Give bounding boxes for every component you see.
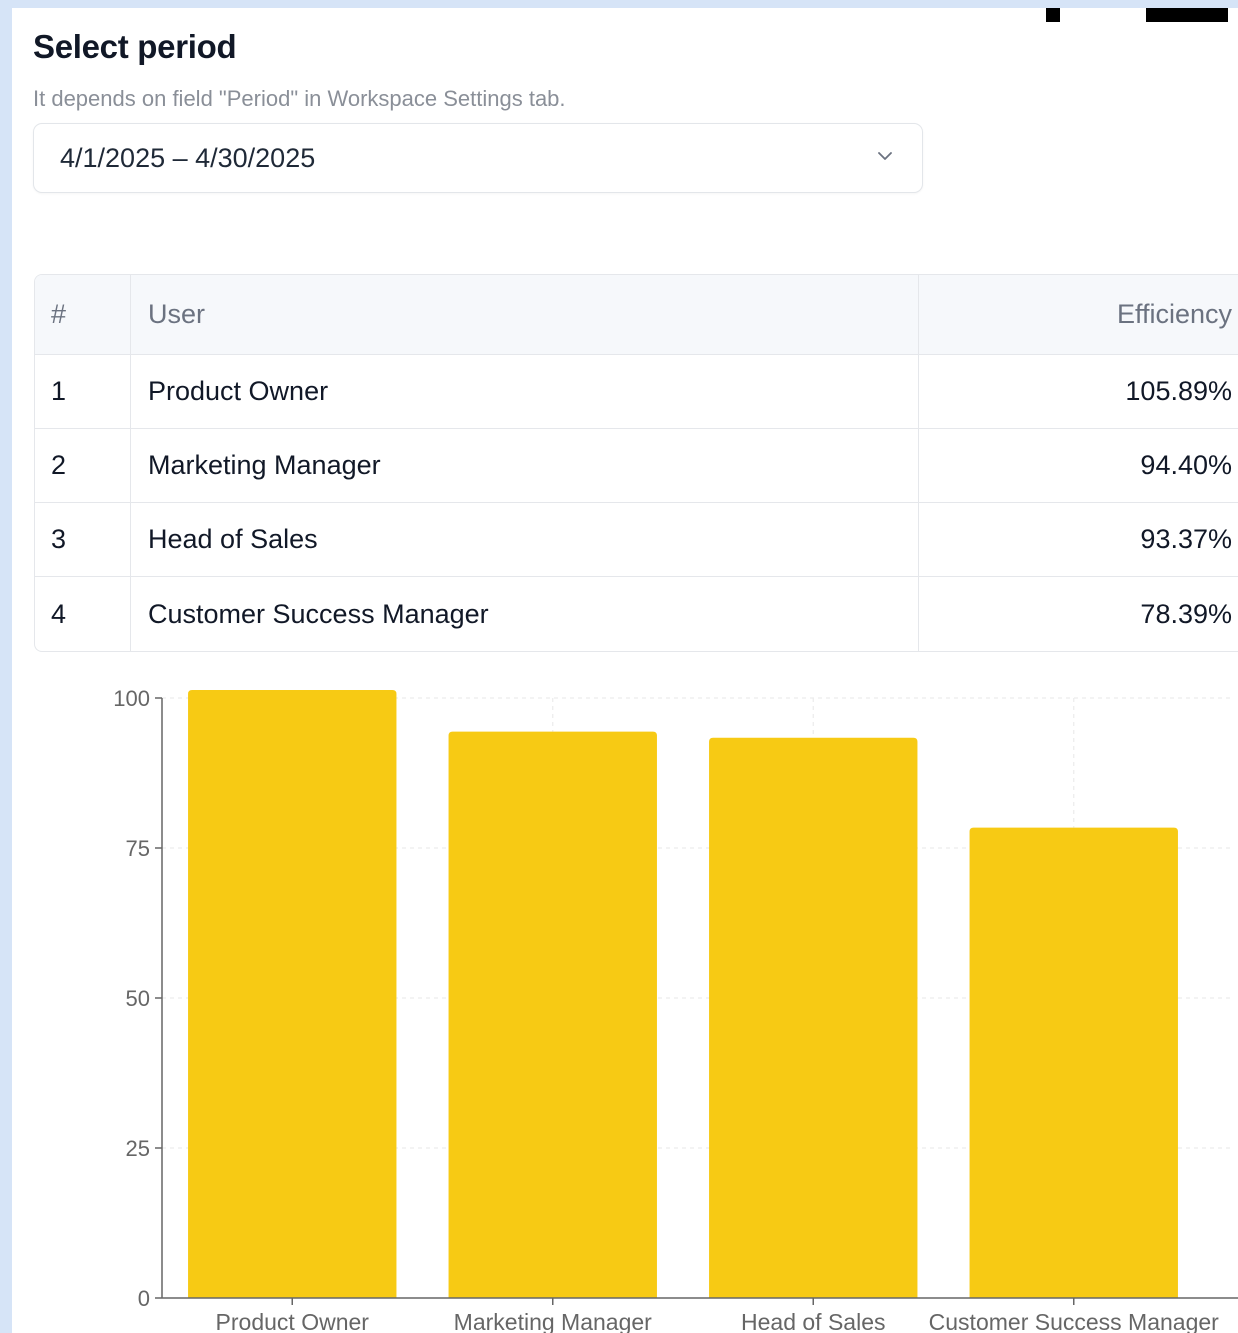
row-user: Customer Success Manager <box>131 577 919 651</box>
bar-customer-success-manager <box>969 827 1178 1298</box>
table-row[interactable]: 1 Product Owner 105.89% <box>35 355 1238 429</box>
y-tick-label: 75 <box>126 836 150 861</box>
bar-head-of-sales <box>709 737 918 1298</box>
table-row[interactable]: 2 Marketing Manager 94.40% <box>35 429 1238 503</box>
row-index: 2 <box>35 429 131 502</box>
row-efficiency: 93.37% <box>1140 524 1232 554</box>
efficiency-bar-chart: 0 25 50 75 100 Product Owner Marketing Manager… <box>113 686 1238 1333</box>
bar-product-owner <box>188 690 397 1298</box>
row-index: 1 <box>35 355 131 428</box>
decorative-shape <box>1046 8 1060 22</box>
row-efficiency: 78.39% <box>1140 598 1232 629</box>
period-select-value: 4/1/2025 – 4/30/2025 <box>60 143 316 173</box>
y-tick-label: 25 <box>126 1136 150 1161</box>
period-select[interactable]: 4/1/2025 – 4/30/2025 <box>33 123 923 193</box>
y-tick-label: 0 <box>138 1286 150 1311</box>
chevron-down-icon <box>878 152 892 160</box>
x-tick-label: Marketing Manager <box>454 1309 652 1333</box>
row-efficiency: 94.40% <box>1140 450 1232 480</box>
row-efficiency: 105.89% <box>1125 376 1232 406</box>
column-header-efficiency[interactable]: Efficiency <box>919 275 1238 354</box>
row-index: 3 <box>35 503 131 576</box>
page-title: Select period <box>33 28 237 65</box>
column-header-index[interactable]: # <box>35 275 131 354</box>
row-user: Marketing Manager <box>131 429 919 502</box>
y-tick-label: 100 <box>113 686 150 711</box>
x-tick-label: Customer Success Manager <box>929 1309 1220 1333</box>
row-index: 4 <box>35 577 131 651</box>
x-tick-label: Product Owner <box>216 1309 370 1333</box>
row-user: Product Owner <box>131 355 919 428</box>
table-header-row: # User Efficiency <box>35 275 1238 355</box>
table-row[interactable]: 3 Head of Sales 93.37% <box>35 503 1238 577</box>
row-user: Head of Sales <box>131 503 919 576</box>
y-tick-label: 50 <box>126 986 150 1011</box>
column-header-user[interactable]: User <box>131 275 919 354</box>
decorative-shape <box>1146 8 1228 22</box>
page-subtitle: It depends on field "Period" in Workspac… <box>33 86 566 111</box>
x-tick-label: Head of Sales <box>741 1309 885 1333</box>
efficiency-table: # User Efficiency 1 Product Owner 105.89… <box>34 274 1238 652</box>
report-panel: Select period It depends on field "Perio… <box>12 8 1238 1333</box>
table-row[interactable]: 4 Customer Success Manager 78.39% <box>35 577 1238 651</box>
bar-marketing-manager <box>448 731 657 1298</box>
